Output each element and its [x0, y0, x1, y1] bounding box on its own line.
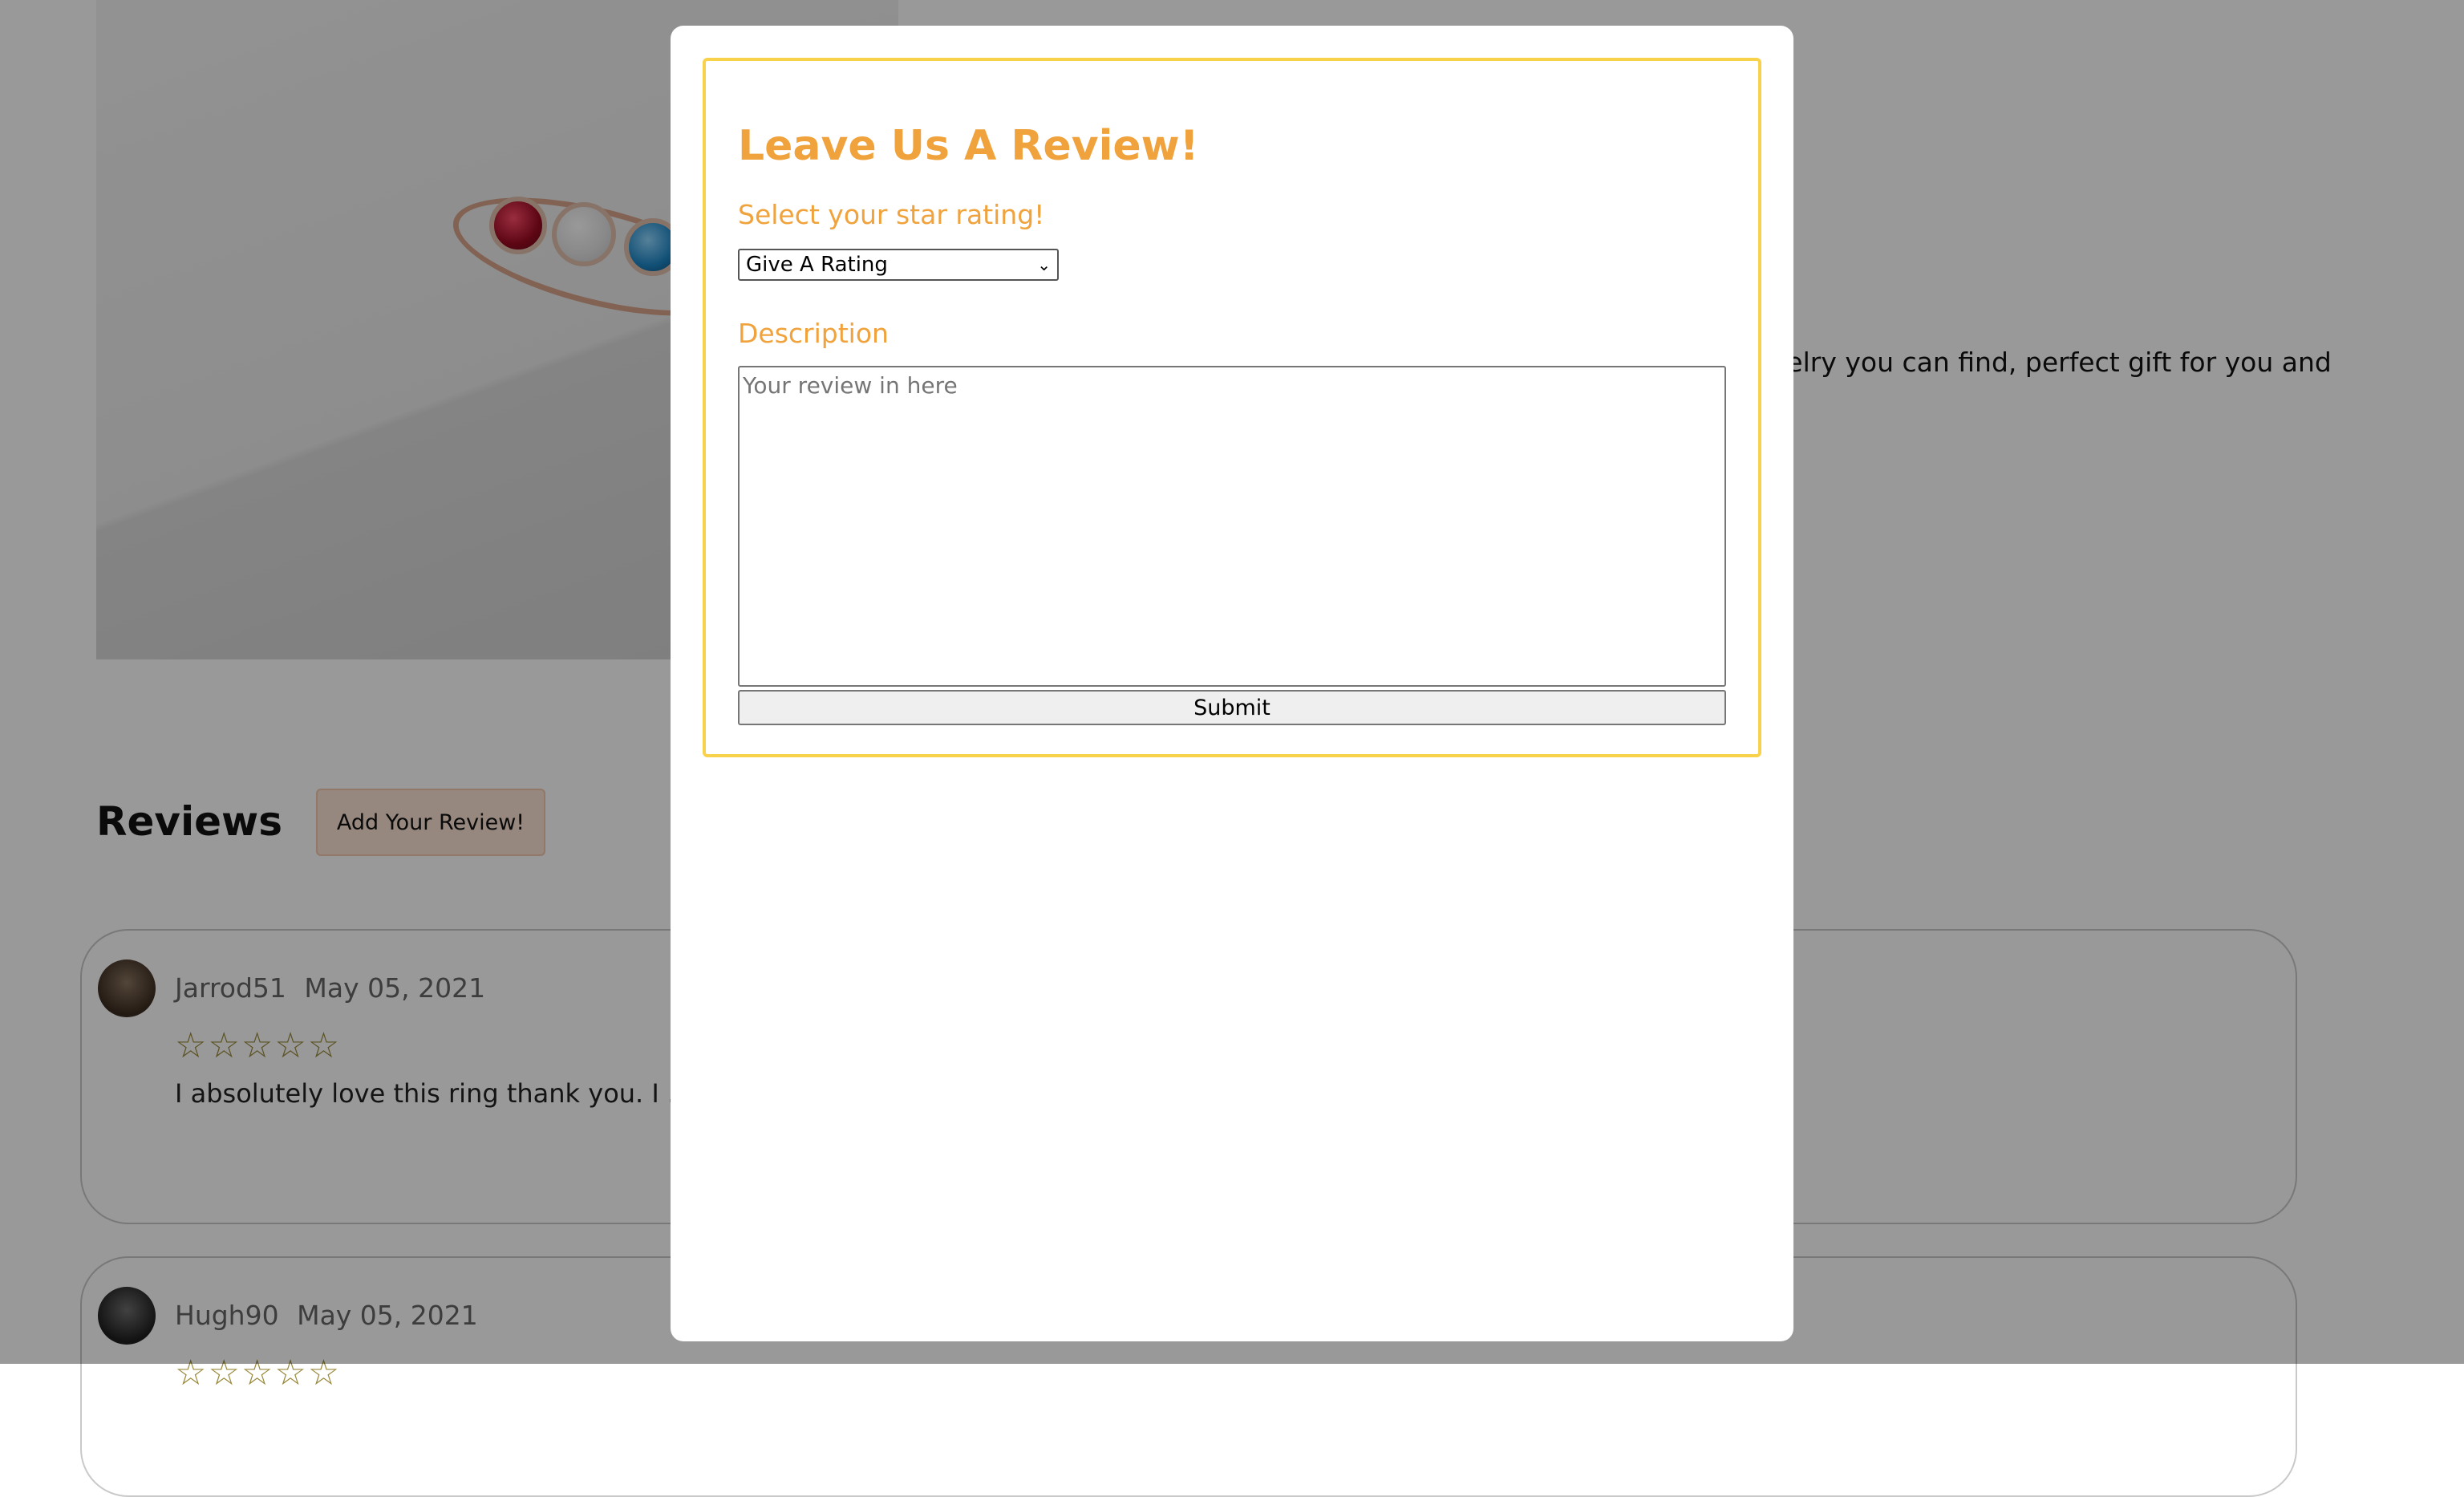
review-description-textarea[interactable] [738, 366, 1726, 687]
chevron-down-icon: ⌄ [1037, 255, 1051, 274]
review-form: Leave Us A Review! Select your star rati… [703, 58, 1761, 757]
review-modal: Leave Us A Review! Select your star rati… [671, 26, 1793, 1341]
submit-button[interactable]: Submit [738, 690, 1726, 725]
modal-title: Leave Us A Review! [738, 122, 1199, 170]
rating-label: Select your star rating! [738, 199, 1045, 230]
rating-select[interactable]: Give A Rating ⌄ [738, 249, 1059, 281]
rating-select-value: Give A Rating [746, 253, 888, 277]
description-label: Description [738, 318, 889, 349]
